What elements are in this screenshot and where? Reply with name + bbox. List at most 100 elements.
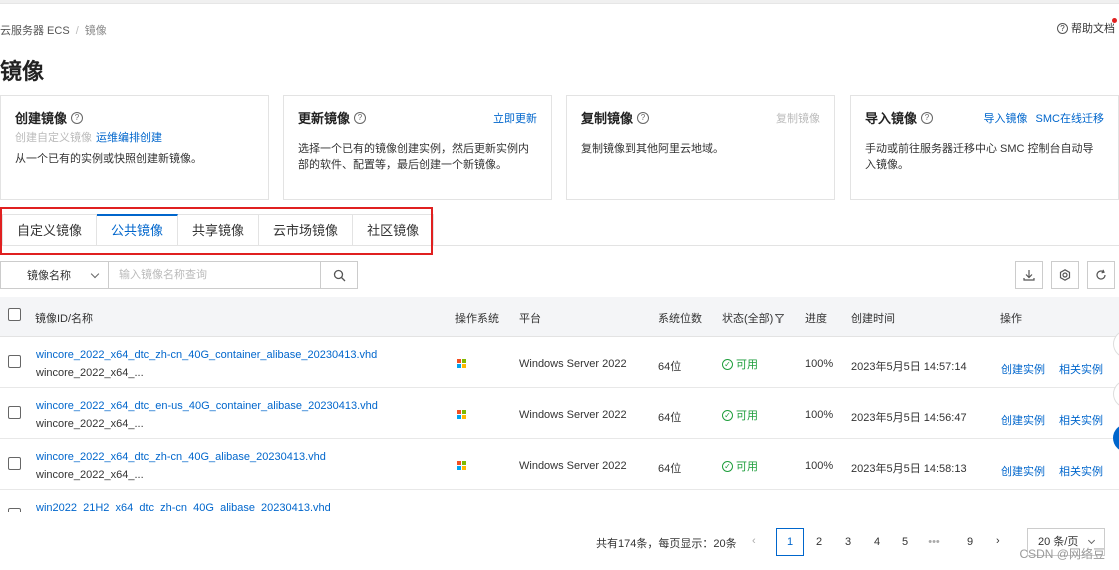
question-circle-icon[interactable]: ? — [71, 111, 84, 124]
windows-icon — [457, 410, 466, 419]
import-image-link[interactable]: 导入镜像 — [984, 110, 1028, 126]
watermark: CSDN @网络豆 — [1019, 547, 1105, 561]
search-input[interactable] — [109, 261, 321, 289]
download-icon — [1023, 270, 1035, 281]
breadcrumb-separator: / — [75, 25, 79, 37]
image-id-link[interactable]: wincore_2022_x64_dtc_zh-cn_40G_alibase_2… — [36, 451, 326, 463]
image-name: wincore_2022_x64_... — [36, 418, 144, 430]
action-cards: 创建镜像? 创建自定义镜像 运维编排创建 从一个已有的实例或快照创建新镜像。 更新… — [0, 95, 1119, 200]
card-create-image: 创建镜像? 创建自定义镜像 运维编排创建 从一个已有的实例或快照创建新镜像。 — [0, 95, 269, 200]
row-checkbox[interactable] — [8, 457, 21, 470]
platform: Windows Server 2022 — [519, 409, 627, 421]
card-sub: 创建自定义镜像 运维编排创建 — [15, 129, 254, 145]
column-header-status-label: 状态(全部) — [722, 313, 774, 325]
card-title-text: 创建镜像 — [15, 111, 68, 126]
card-copy-image: 复制镜像? 复制镜像 复制镜像到其他阿里云地域。 — [566, 95, 835, 200]
search-bar: 镜像名称 — [0, 261, 358, 289]
status-badge: ✓ 可用 — [722, 407, 758, 423]
row-checkbox[interactable] — [8, 355, 21, 368]
windows-icon — [457, 461, 466, 470]
card-description: 复制镜像到其他阿里云地域。 — [581, 143, 724, 155]
create-instance-link[interactable]: 创建实例 — [1001, 412, 1045, 428]
card-import-image: 导入镜像? 导入镜像 SMC在线迁移 手动或前往服务器迁移中心 SMC 控制台自动… — [850, 95, 1119, 200]
status-label: 可用 — [736, 410, 758, 422]
image-id-link[interactable]: wincore_2022_x64_dtc_zh-cn_40G_container… — [36, 349, 377, 361]
table-row: win2022_21H2_x64_dtc_zh-cn_40G_alibase_2… — [0, 490, 1119, 512]
filter-icon — [775, 313, 785, 323]
row-checkbox[interactable] — [8, 406, 21, 419]
status-badge: ✓ 可用 — [722, 356, 758, 372]
question-circle-icon: ? — [1057, 22, 1068, 34]
related-instances-link[interactable]: 相关实例 — [1059, 463, 1103, 479]
question-circle-icon[interactable]: ? — [354, 111, 367, 124]
table-header: 镜像ID/名称 操作系统 平台 系统位数 状态(全部) 进度 创建时间 操作 — [0, 297, 1119, 337]
image-name: wincore_2022_x64_... — [36, 367, 144, 379]
card-actions: 导入镜像 SMC在线迁移 — [984, 110, 1104, 126]
created-time: 2023年5月5日 14:58:13 — [851, 463, 967, 475]
search-icon — [333, 269, 345, 281]
smc-online-migration-link[interactable]: SMC在线迁移 — [1036, 110, 1104, 126]
system-bits: 64位 — [658, 412, 682, 424]
card-description: 选择一个已有的镜像创建实例，然后更新实例内部的软件、配置等，最后创建一个新镜像。 — [298, 143, 529, 171]
progress: 100% — [805, 409, 834, 421]
pagination: 共有174条，每页显示：20条 ‹ 1 2 3 4 5 ••• 9 › 20 条… — [0, 528, 1119, 556]
platform: Windows Server 2022 — [519, 460, 627, 472]
search-button[interactable] — [321, 261, 358, 289]
breadcrumb-current: 镜像 — [84, 25, 107, 37]
next-page-button[interactable]: › — [996, 535, 1000, 547]
table-row: wincore_2022_x64_dtc_en-us_40G_container… — [0, 388, 1119, 439]
update-now-link[interactable]: 立即更新 — [493, 110, 537, 126]
card-description: 从一个已有的实例或快照创建新镜像。 — [15, 153, 202, 165]
page-button-9[interactable]: 9 — [959, 528, 981, 556]
table-row: wincore_2022_x64_dtc_zh-cn_40G_container… — [0, 337, 1119, 388]
help-docs-label: 帮助文档 — [1071, 23, 1115, 35]
settings-button[interactable] — [1051, 261, 1079, 289]
create-instance-link[interactable]: 创建实例 — [1001, 463, 1045, 479]
page-button-4[interactable]: 4 — [866, 528, 888, 556]
check-circle-icon: ✓ — [722, 460, 733, 472]
page-button-3[interactable]: 3 — [837, 528, 859, 556]
export-button[interactable] — [1015, 261, 1043, 289]
search-field-select[interactable]: 镜像名称 — [0, 261, 109, 289]
page-button-1[interactable]: 1 — [776, 528, 804, 556]
ops-orchestration-create-link[interactable]: 运维编排创建 — [96, 132, 162, 144]
refresh-button[interactable] — [1087, 261, 1115, 289]
column-header-status[interactable]: 状态(全部) — [722, 310, 785, 326]
page-button-5[interactable]: 5 — [894, 528, 916, 556]
page-title: 镜像 — [0, 59, 45, 84]
copy-image-link-disabled: 复制镜像 — [776, 113, 820, 125]
breadcrumb-root[interactable]: 云服务器 ECS — [0, 25, 70, 37]
question-circle-icon[interactable]: ? — [637, 111, 650, 124]
related-instances-link[interactable]: 相关实例 — [1059, 412, 1103, 428]
created-time: 2023年5月5日 14:56:47 — [851, 412, 967, 424]
system-bits: 64位 — [658, 361, 682, 373]
system-bits: 64位 — [658, 463, 682, 475]
image-id-link[interactable]: wincore_2022_x64_dtc_en-us_40G_container… — [36, 400, 378, 412]
column-header-bits: 系统位数 — [658, 313, 702, 325]
breadcrumb: 云服务器 ECS / 镜像 — [0, 22, 107, 38]
column-header-id: 镜像ID/名称 — [35, 313, 94, 325]
prev-page-button[interactable]: ‹ — [752, 535, 756, 547]
check-circle-icon: ✓ — [722, 409, 733, 421]
related-instances-link[interactable]: 相关实例 — [1059, 361, 1103, 377]
card-actions: 复制镜像 — [776, 110, 820, 126]
progress: 100% — [805, 358, 834, 370]
refresh-icon — [1096, 269, 1106, 280]
check-circle-icon: ✓ — [722, 358, 733, 370]
select-all-checkbox[interactable] — [8, 308, 21, 321]
status-label: 可用 — [736, 461, 758, 473]
image-id-link[interactable]: win2022_21H2_x64_dtc_zh-cn_40G_alibase_2… — [36, 502, 331, 512]
page-ellipsis[interactable]: ••• — [923, 528, 945, 556]
status-badge: ✓ 可用 — [722, 458, 758, 474]
progress: 100% — [805, 460, 834, 472]
table-row: wincore_2022_x64_dtc_zh-cn_40G_alibase_2… — [0, 439, 1119, 490]
card-description: 手动或前往服务器迁移中心 SMC 控制台自动导入镜像。 — [865, 143, 1094, 171]
table-tools — [1015, 261, 1115, 289]
row-checkbox[interactable] — [8, 508, 21, 512]
help-docs-link[interactable]: ? 帮助文档 — [1057, 18, 1117, 36]
card-title-text: 更新镜像 — [298, 111, 351, 126]
card-title-text: 复制镜像 — [581, 111, 634, 126]
question-circle-icon[interactable]: ? — [921, 111, 934, 124]
create-instance-link[interactable]: 创建实例 — [1001, 361, 1045, 377]
page-button-2[interactable]: 2 — [808, 528, 830, 556]
